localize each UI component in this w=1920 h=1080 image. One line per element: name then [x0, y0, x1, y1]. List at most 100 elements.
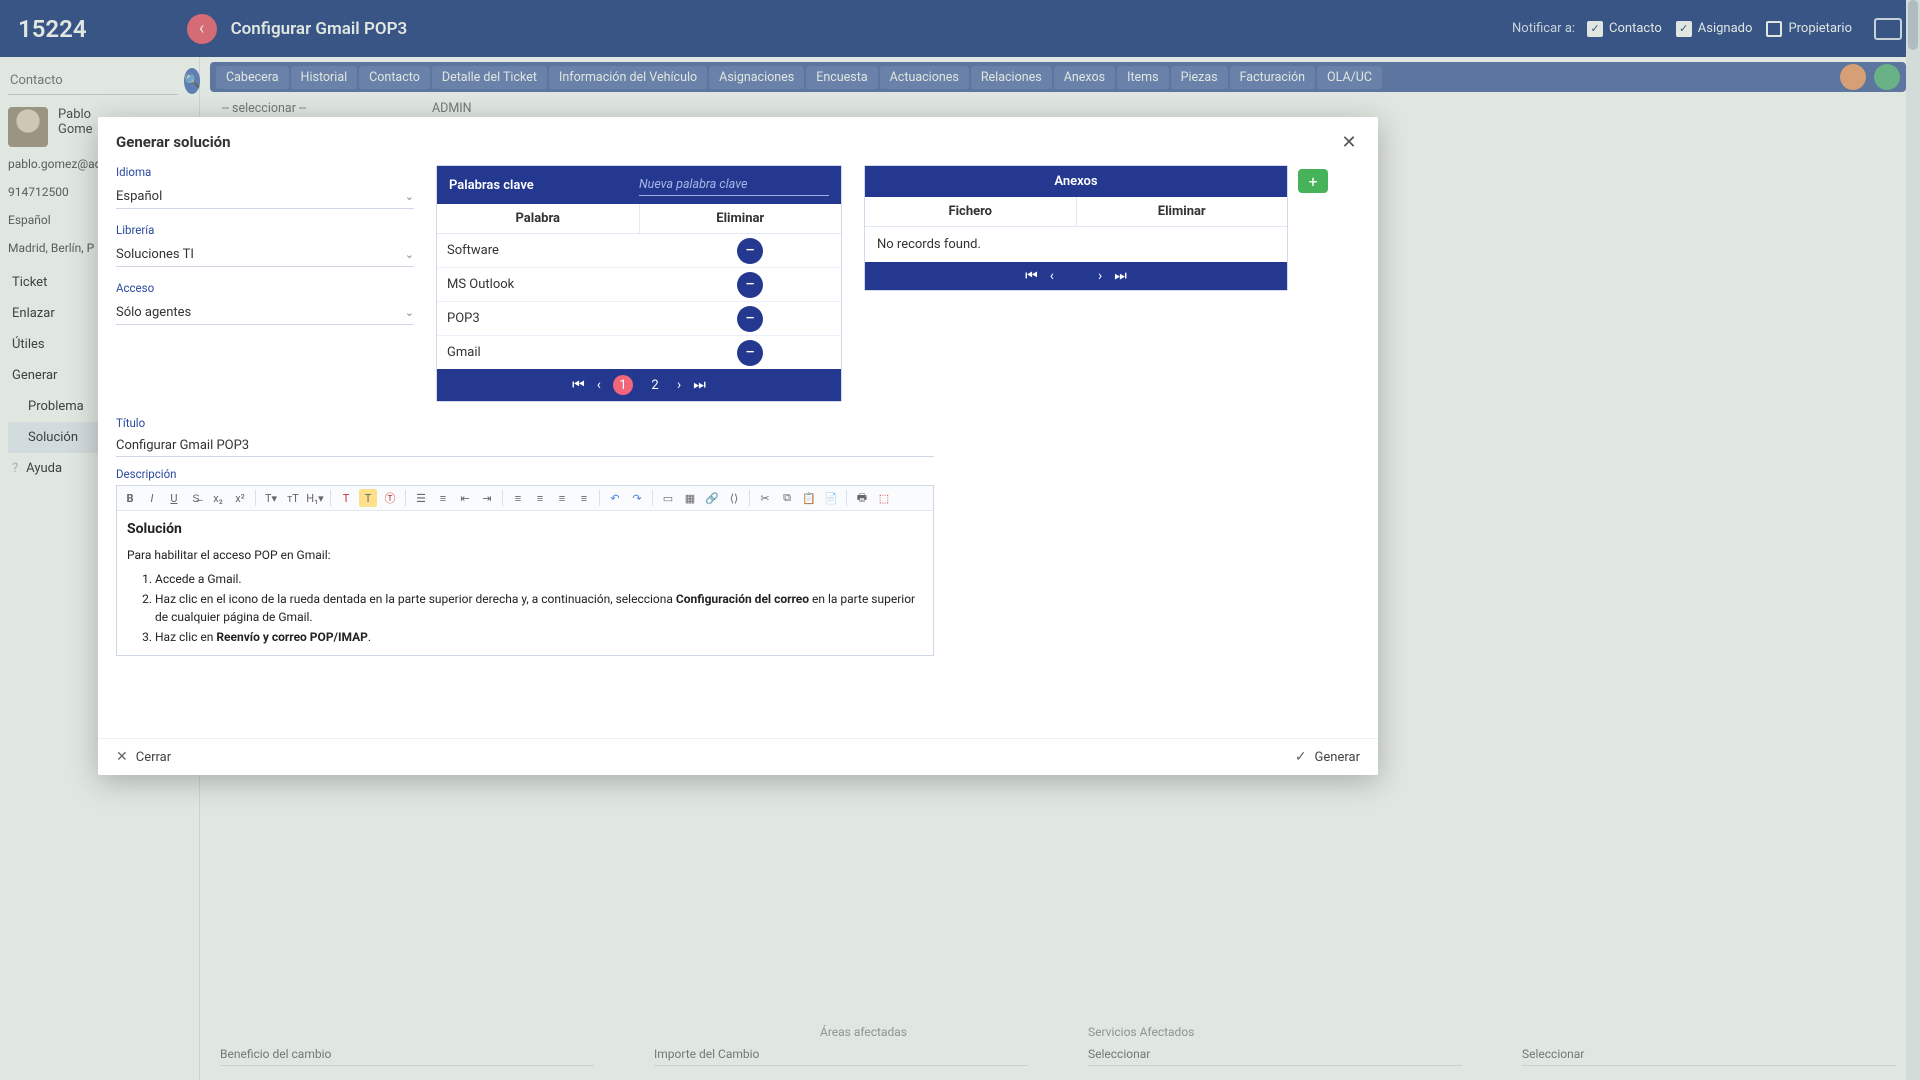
pager-page-2[interactable]: 2 — [645, 375, 665, 395]
bullet-list-icon[interactable]: ☰ — [412, 489, 430, 507]
code-icon[interactable]: ⟨⟩ — [725, 489, 743, 507]
image-icon[interactable]: ▭ — [659, 489, 677, 507]
outdent-icon[interactable]: ⇤ — [456, 489, 474, 507]
pager-last-icon[interactable]: ⏭ — [1114, 268, 1127, 284]
paste-plain-icon[interactable]: 📄 — [822, 489, 840, 507]
notify-asignado-checkbox[interactable]: ✓Asignado — [1676, 21, 1753, 37]
underline-icon[interactable]: U — [165, 489, 183, 507]
align-center-icon[interactable]: ≡ — [531, 489, 549, 507]
pager-next-icon[interactable]: › — [1098, 268, 1102, 284]
notify-label: Notificar a: — [1512, 21, 1575, 36]
redo-icon[interactable]: ↷ — [628, 489, 646, 507]
indent-icon[interactable]: ⇥ — [478, 489, 496, 507]
paste-icon[interactable]: 📋 — [800, 489, 818, 507]
remove-keyword-button[interactable]: − — [737, 340, 763, 366]
titulo-input[interactable] — [116, 435, 934, 457]
tab-items[interactable]: Items — [1117, 66, 1169, 89]
table-icon[interactable]: ▦ — [681, 489, 699, 507]
pager-prev-icon[interactable]: ‹ — [1050, 268, 1054, 284]
superscript-icon[interactable]: x² — [231, 489, 249, 507]
highlight-icon[interactable]: T — [359, 489, 377, 507]
print-icon[interactable]: 🖶 — [853, 489, 871, 507]
pager-last-icon[interactable]: ⏭ — [693, 377, 706, 393]
libreria-select[interactable]: Soluciones TI⌄ — [116, 243, 414, 267]
align-right-icon[interactable]: ≡ — [553, 489, 571, 507]
tab-anexos[interactable]: Anexos — [1054, 66, 1115, 89]
tab-relaciones[interactable]: Relaciones — [971, 66, 1052, 89]
remove-keyword-button[interactable]: − — [737, 306, 763, 332]
contact-card-icon[interactable] — [1874, 18, 1902, 40]
servicios-select[interactable]: Seleccionar — [1522, 1043, 1896, 1066]
tab-actuaciones[interactable]: Actuaciones — [880, 66, 969, 89]
action-orange-button[interactable] — [1840, 64, 1866, 90]
tab-cabecera[interactable]: Cabecera — [216, 66, 289, 89]
pager-next-icon[interactable]: › — [677, 377, 681, 393]
font-color-icon[interactable]: T — [337, 489, 355, 507]
form-column: Idioma Español⌄ Librería Soluciones TI⌄ … — [116, 165, 414, 339]
generar-button[interactable]: ✓ Generar — [1295, 749, 1360, 765]
tab-piezas[interactable]: Piezas — [1171, 66, 1228, 89]
undo-icon[interactable]: ↶ — [606, 489, 624, 507]
beneficio-field[interactable]: Beneficio del cambio — [220, 1043, 594, 1066]
cerrar-button[interactable]: ✕ Cerrar — [116, 749, 171, 765]
heading-icon[interactable]: H₁▾ — [306, 489, 324, 507]
strike-icon[interactable]: S̶ — [187, 489, 205, 507]
areas-select[interactable]: Seleccionar — [1088, 1043, 1462, 1066]
tabs-toolbar: Cabecera Historial Contacto Detalle del … — [210, 62, 1906, 92]
chevron-down-icon: ⌄ — [405, 306, 414, 319]
app-header: 15224 ‹ Configurar Gmail POP3 Notificar … — [0, 0, 1920, 57]
copy-icon[interactable]: ⧉ — [778, 489, 796, 507]
bold-icon[interactable]: B — [121, 489, 139, 507]
align-left-icon[interactable]: ≡ — [509, 489, 527, 507]
tab-detalle[interactable]: Detalle del Ticket — [432, 66, 547, 89]
remove-keyword-button[interactable]: − — [737, 272, 763, 298]
descripcion-label: Descripción — [116, 467, 1360, 481]
font-smaller-icon[interactable]: ᴛT — [284, 489, 302, 507]
tab-asignaciones[interactable]: Asignaciones — [709, 66, 804, 89]
save-button[interactable] — [1874, 64, 1900, 90]
contact-search-input[interactable] — [8, 67, 178, 95]
source-icon[interactable]: ⬚ — [875, 489, 893, 507]
acceso-select[interactable]: Sólo agentes⌄ — [116, 301, 414, 325]
close-icon[interactable]: ✕ — [1338, 131, 1360, 153]
cut-icon[interactable]: ✂ — [756, 489, 774, 507]
keyword-text: Software — [437, 234, 659, 267]
editor-content[interactable]: Solución Para habilitar el acceso POP en… — [117, 511, 933, 655]
bg-select-1[interactable]: -- seleccionar -- — [222, 101, 422, 116]
new-keyword-input[interactable] — [639, 174, 829, 196]
notify-propietario-checkbox[interactable]: Propietario — [1766, 21, 1852, 37]
importe-field[interactable]: Importe del Cambio — [654, 1043, 1028, 1066]
clear-format-icon[interactable]: Ⓣ — [381, 489, 399, 507]
subscript-icon[interactable]: x₂ — [209, 489, 227, 507]
pager-first-icon[interactable]: ⏮ — [1025, 268, 1038, 284]
pager-page-current[interactable]: 1 — [613, 375, 633, 395]
col-palabra: Palabra — [437, 204, 640, 233]
tab-facturacion[interactable]: Facturación — [1230, 66, 1315, 89]
bg-admin-label: ADMIN — [432, 101, 472, 116]
col-fichero: Fichero — [865, 197, 1077, 226]
number-list-icon[interactable]: ≡ — [434, 489, 452, 507]
search-icon[interactable]: 🔍 — [184, 68, 200, 94]
font-size-icon[interactable]: T▾ — [262, 489, 280, 507]
tab-vehiculo[interactable]: Información del Vehículo — [549, 66, 707, 89]
keyword-row: Software − — [437, 234, 841, 268]
tab-contacto[interactable]: Contacto — [359, 66, 430, 89]
tab-historial[interactable]: Historial — [291, 66, 358, 89]
notify-contacto-checkbox[interactable]: ✓Contacto — [1587, 21, 1662, 37]
idioma-label: Idioma — [116, 165, 414, 179]
tab-ola[interactable]: OLA/UC — [1317, 66, 1382, 89]
pager-first-icon[interactable]: ⏮ — [572, 377, 585, 393]
attachments-header: Anexos — [865, 166, 1287, 197]
link-icon[interactable]: 🔗 — [703, 489, 721, 507]
page-scrollbar[interactable] — [1906, 0, 1920, 1080]
keyword-row: MS Outlook− — [437, 268, 841, 302]
align-justify-icon[interactable]: ≡ — [575, 489, 593, 507]
pager-prev-icon[interactable]: ‹ — [597, 377, 601, 393]
idioma-select[interactable]: Español⌄ — [116, 185, 414, 209]
remove-keyword-button[interactable]: − — [737, 238, 763, 264]
back-button[interactable]: ‹ — [187, 14, 217, 44]
add-attachment-button[interactable]: + — [1298, 169, 1328, 193]
tab-encuesta[interactable]: Encuesta — [806, 66, 877, 89]
italic-icon[interactable]: I — [143, 489, 161, 507]
avatar — [8, 107, 48, 147]
